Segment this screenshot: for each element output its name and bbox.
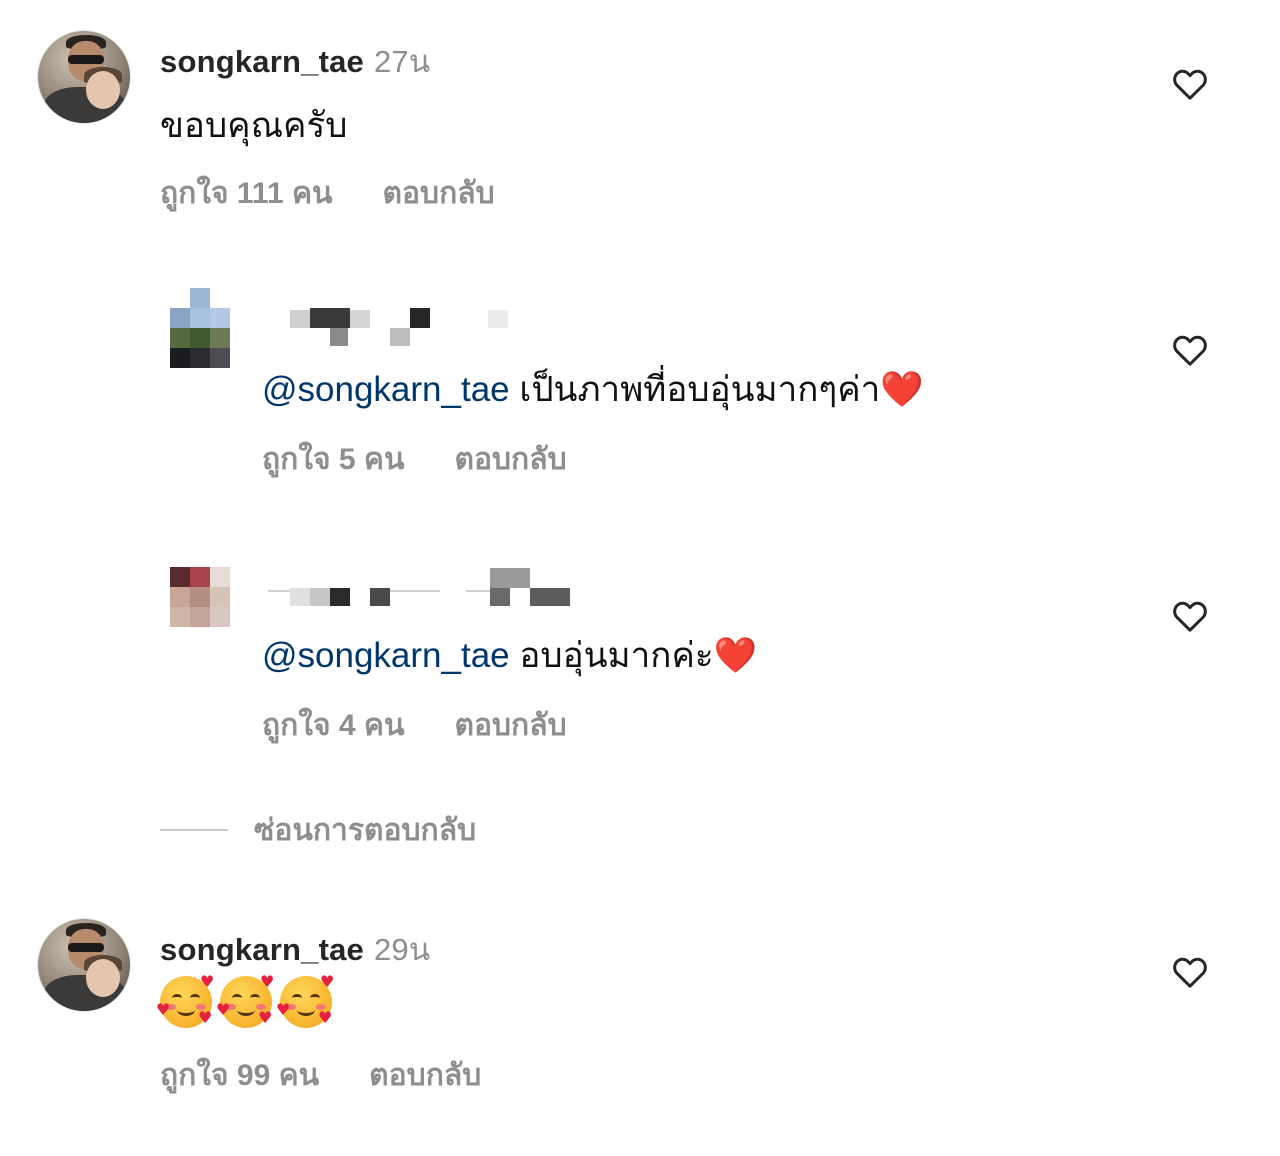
likes-count[interactable]: ถูกใจ 99 คน bbox=[160, 1059, 319, 1092]
comment-meta: ถูกใจ 4 คน ตอบกลับ bbox=[262, 702, 567, 749]
likes-count[interactable]: ถูกใจ 4 คน bbox=[262, 709, 405, 742]
comment-username[interactable]: songkarn_tae 27น bbox=[160, 36, 430, 86]
like-button[interactable] bbox=[1170, 596, 1210, 636]
heart-outline-icon bbox=[1173, 69, 1207, 100]
likes-count[interactable]: ถูกใจ 111 คน bbox=[160, 177, 333, 210]
emoji-text-value: 🥰🥰🥰 bbox=[160, 976, 161, 977]
avatar[interactable] bbox=[170, 567, 232, 647]
blurred-username bbox=[310, 588, 330, 606]
blurred-username bbox=[390, 590, 440, 592]
hide-replies-label[interactable]: ซ่อนการตอบกลับ bbox=[254, 807, 476, 854]
blurred-username bbox=[350, 310, 370, 328]
comment-text: @songkarn_tae อบอุ่นมากค่ะ❤️ bbox=[262, 628, 757, 683]
smiling-face-with-hearts-icon: ♥ ♥ ♥ bbox=[276, 972, 335, 1028]
avatar[interactable] bbox=[170, 288, 232, 368]
avatar[interactable] bbox=[37, 30, 131, 124]
reply-button[interactable]: ตอบกลับ bbox=[455, 443, 567, 476]
comment-body: เป็นภาพที่อบอุ่นมากๆค่า bbox=[509, 370, 881, 409]
mention-link[interactable]: @songkarn_tae bbox=[262, 636, 510, 675]
blurred-username bbox=[370, 588, 390, 606]
hide-replies-button[interactable]: ซ่อนการตอบกลับ bbox=[160, 808, 476, 852]
smiling-face-with-hearts-icon: ♥ ♥ ♥ bbox=[156, 972, 215, 1028]
divider-line bbox=[160, 829, 228, 831]
likes-count[interactable]: ถูกใจ 5 คน bbox=[262, 443, 405, 476]
reply-button[interactable]: ตอบกลับ bbox=[383, 177, 495, 210]
blurred-username bbox=[390, 328, 410, 346]
comment-meta: ถูกใจ 5 คน ตอบกลับ bbox=[262, 436, 567, 483]
heart-outline-icon bbox=[1173, 335, 1207, 366]
comment-body: อบอุ่นมากค่ะ bbox=[509, 636, 714, 675]
comment-time: 27น bbox=[373, 44, 431, 79]
comment-text: ขอบคุณครับ bbox=[160, 106, 348, 145]
blurred-username bbox=[310, 308, 350, 328]
blurred-username bbox=[490, 588, 510, 606]
blurred-username bbox=[530, 588, 570, 606]
blurred-username bbox=[410, 308, 430, 328]
heart-outline-icon bbox=[1173, 601, 1207, 632]
mention-link[interactable]: @songkarn_tae bbox=[262, 370, 510, 409]
username-text[interactable]: songkarn_tae bbox=[160, 44, 364, 79]
like-button[interactable] bbox=[1170, 952, 1210, 992]
blurred-username bbox=[330, 328, 348, 346]
blurred-username bbox=[466, 590, 490, 592]
reply-button[interactable]: ตอบกลับ bbox=[455, 709, 567, 742]
like-button[interactable] bbox=[1170, 330, 1210, 370]
blurred-username bbox=[330, 588, 350, 606]
red-heart-emoji: ❤️ bbox=[713, 636, 758, 676]
reply-button[interactable]: ตอบกลับ bbox=[369, 1059, 481, 1092]
comment-username[interactable]: songkarn_tae 29น bbox=[160, 924, 430, 974]
comment-text: @songkarn_tae เป็นภาพที่อบอุ่นมากๆค่า❤️ bbox=[262, 362, 924, 417]
blurred-username bbox=[490, 568, 530, 588]
comment-time: 29น bbox=[373, 932, 431, 967]
smiling-face-with-hearts-icon: ♥ ♥ ♥ bbox=[216, 972, 275, 1028]
like-button[interactable] bbox=[1170, 64, 1210, 104]
comment-meta: ถูกใจ 111 คน ตอบกลับ bbox=[160, 170, 495, 217]
comment-meta: ถูกใจ 99 คน ตอบกลับ bbox=[160, 1052, 481, 1099]
blurred-username bbox=[488, 310, 508, 328]
red-heart-emoji: ❤️ bbox=[880, 370, 924, 410]
blurred-username bbox=[290, 588, 310, 606]
comment-emoji-text: ♥♥♥♥♥♥♥♥♥ 🥰🥰🥰 bbox=[156, 972, 360, 1032]
heart-outline-icon bbox=[1173, 957, 1207, 988]
avatar[interactable] bbox=[37, 918, 131, 1012]
username-text[interactable]: songkarn_tae bbox=[160, 932, 364, 967]
